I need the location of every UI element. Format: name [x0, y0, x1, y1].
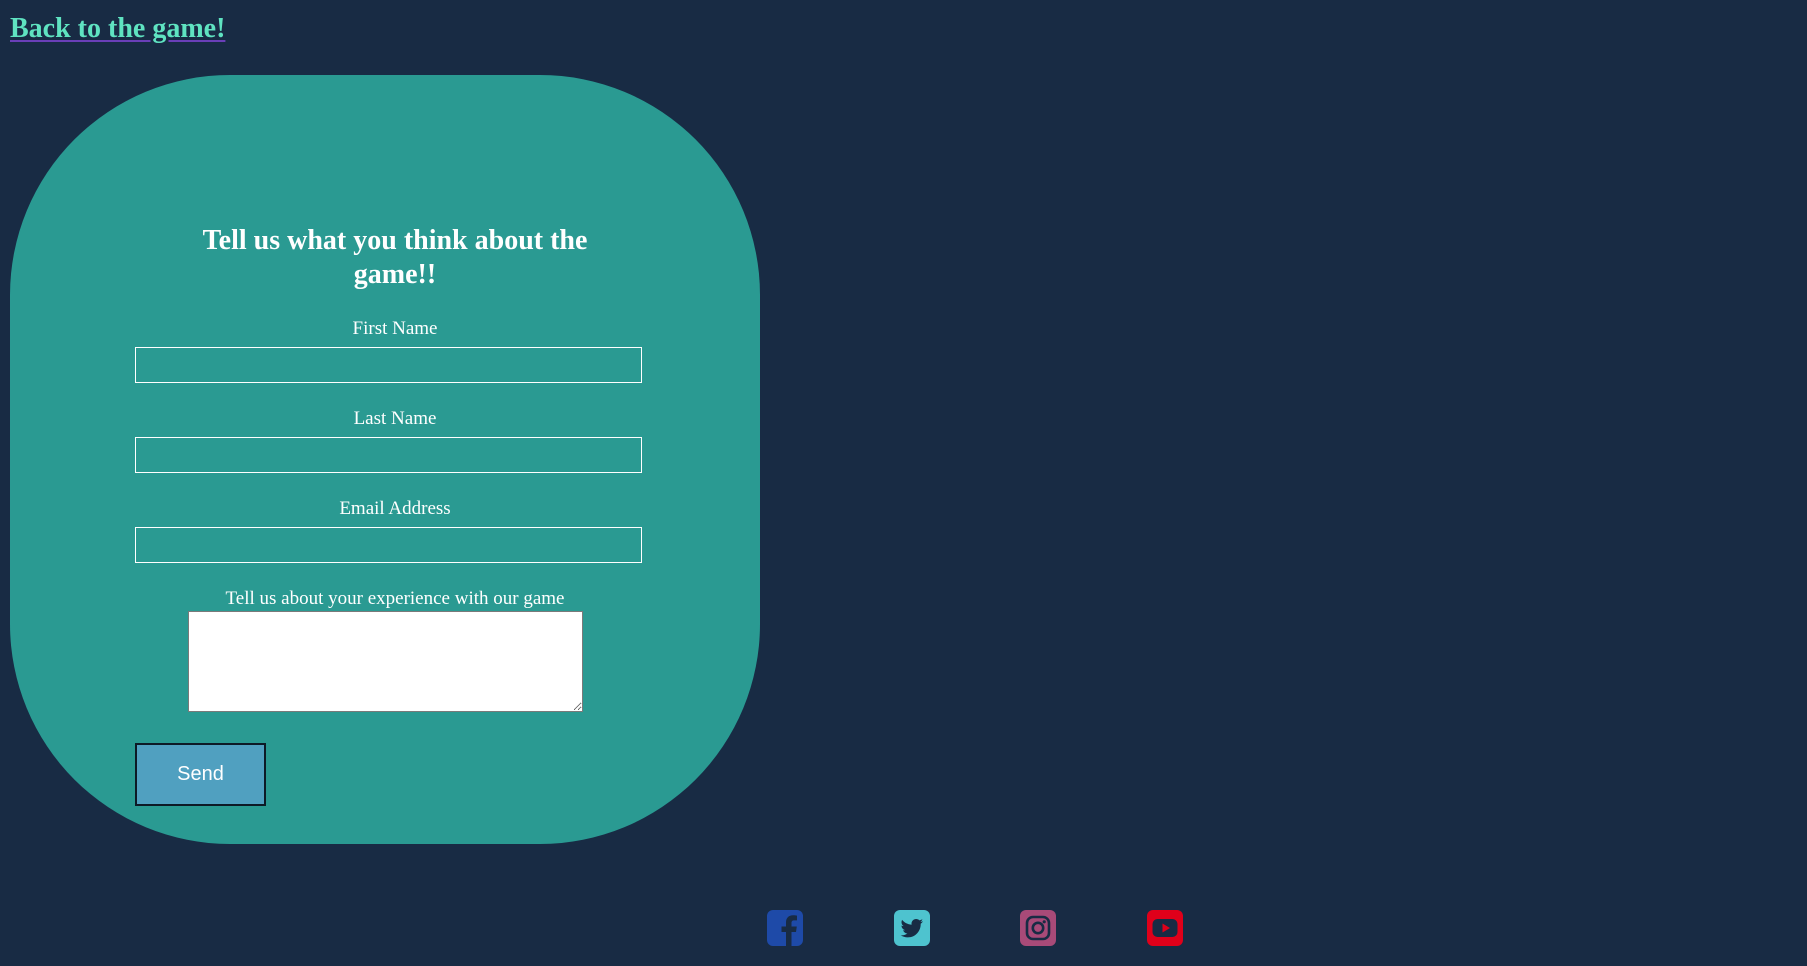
back-to-game-link[interactable]: Back to the game! [10, 13, 225, 45]
first-name-label: First Name [352, 318, 438, 339]
instagram-icon[interactable] [1020, 910, 1056, 946]
first-name-input[interactable] [135, 347, 642, 383]
last-name-input[interactable] [135, 437, 642, 473]
youtube-icon[interactable] [1147, 910, 1183, 946]
social-links [0, 910, 1807, 946]
facebook-icon[interactable] [767, 910, 803, 946]
experience-textarea[interactable] [188, 611, 583, 712]
experience-label: Tell us about your experience with our g… [225, 588, 565, 609]
feedback-form-card: Tell us what you think about the game!! … [10, 75, 760, 844]
send-button[interactable]: Send [135, 743, 266, 806]
form-title: Tell us what you think about the game!! [202, 225, 588, 290]
email-address-label: Email Address [339, 498, 451, 519]
last-name-label: Last Name [353, 408, 437, 429]
email-address-input[interactable] [135, 527, 642, 563]
twitter-icon[interactable] [894, 910, 930, 946]
